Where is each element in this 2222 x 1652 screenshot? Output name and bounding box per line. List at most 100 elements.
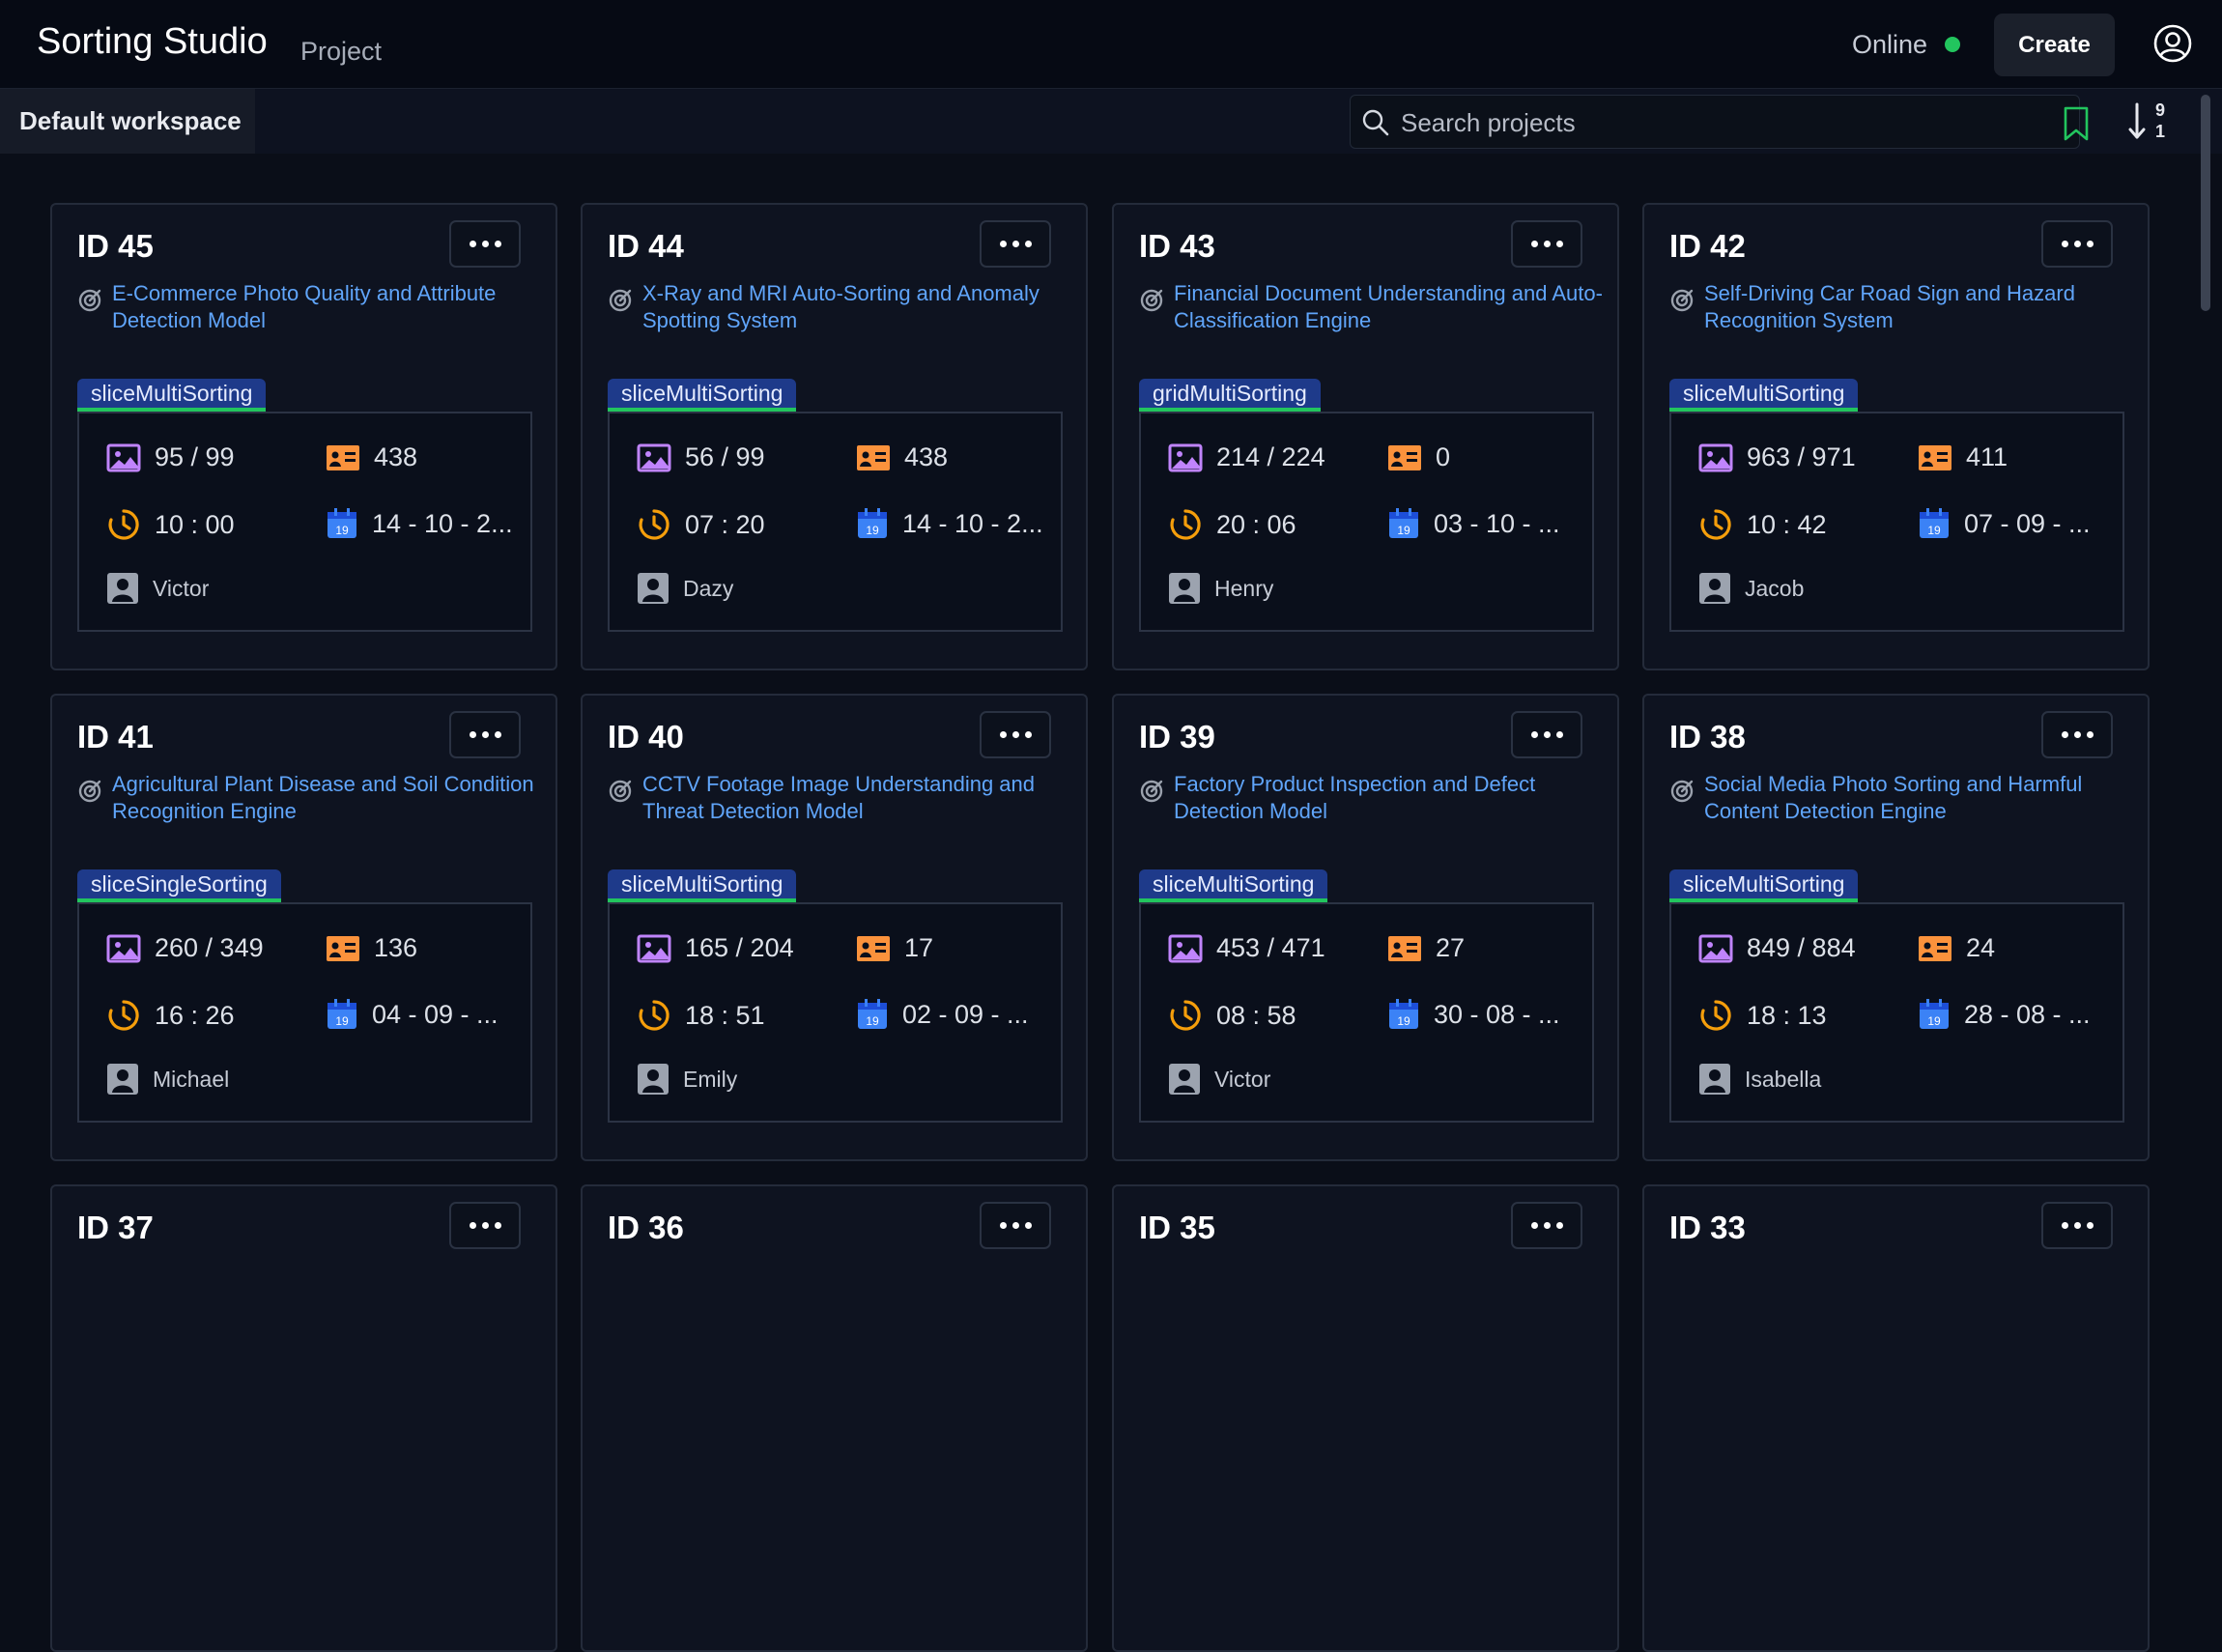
more-options-button[interactable]	[980, 711, 1051, 758]
time-value: 08 : 58	[1216, 1000, 1296, 1030]
more-options-button[interactable]	[449, 220, 521, 268]
tab-default-workspace[interactable]: Default workspace	[0, 89, 255, 154]
owner-stat: Victor	[106, 572, 209, 605]
time-value: 10 : 42	[1747, 509, 1827, 539]
more-options-button[interactable]	[1511, 711, 1582, 758]
label-card-icon	[857, 935, 890, 961]
project-card[interactable]: ID 36	[581, 1184, 1088, 1652]
more-options-button[interactable]	[2041, 220, 2113, 268]
owner-name: Emily	[683, 1066, 738, 1092]
date-stat: 19 28 - 08 - ...	[1918, 998, 2091, 1031]
image-icon	[1168, 934, 1203, 962]
svg-text:19: 19	[1927, 1014, 1941, 1028]
label-card-icon	[1388, 935, 1421, 961]
owner-name: Jacob	[1745, 575, 1805, 601]
project-title-link[interactable]: E-Commerce Photo Quality and Attribute D…	[112, 280, 547, 334]
time-value: 16 : 26	[155, 1000, 235, 1030]
project-card[interactable]: ID 35	[1112, 1184, 1619, 1652]
owner-name: Dazy	[683, 575, 734, 601]
status-text: Online	[1852, 30, 1928, 59]
sorting-type-badge: sliceMultiSorting	[1669, 379, 1859, 412]
images-count: 95 / 99	[155, 442, 235, 471]
more-options-button[interactable]	[2041, 711, 2113, 758]
more-options-button[interactable]	[449, 711, 521, 758]
dot-icon	[1543, 731, 1551, 738]
bookmark-icon[interactable]	[2061, 105, 2092, 142]
project-title-link[interactable]: X-Ray and MRI Auto-Sorting and Anomaly S…	[642, 280, 1077, 334]
images-count: 453 / 471	[1216, 933, 1325, 962]
clock-icon	[1170, 509, 1201, 540]
dot-icon	[494, 1222, 501, 1229]
search-input[interactable]	[1401, 103, 1980, 142]
dot-icon	[481, 1222, 489, 1229]
date-value: 28 - 08 - ...	[1964, 999, 2091, 1029]
dot-icon	[1011, 241, 1019, 247]
project-title-link[interactable]: Agricultural Plant Disease and Soil Cond…	[112, 771, 547, 825]
scrollbar-thumb[interactable]	[2201, 95, 2210, 311]
labels-stat: 24	[1918, 933, 1995, 963]
search-bar	[1350, 95, 2089, 149]
project-card[interactable]: ID 41 Agricultural Plant Disease and Soi…	[50, 694, 557, 1161]
dot-icon	[2061, 731, 2068, 738]
image-icon	[1698, 934, 1733, 962]
date-value: 14 - 10 - 2...	[372, 508, 513, 538]
label-card-icon	[327, 935, 359, 961]
label-card-icon	[857, 444, 890, 470]
dot-icon	[999, 731, 1007, 738]
more-options-button[interactable]	[1511, 220, 1582, 268]
sort-button[interactable]: 9 1	[2125, 97, 2172, 145]
owner-name: Victor	[1214, 1066, 1271, 1092]
project-card[interactable]: ID 38 Social Media Photo Sorting and Har…	[1642, 694, 2150, 1161]
dot-icon	[1024, 1222, 1032, 1229]
labels-count: 438	[904, 442, 949, 471]
create-button[interactable]: Create	[1994, 14, 2115, 76]
labels-count: 136	[374, 933, 418, 962]
target-icon	[609, 780, 632, 803]
label-card-icon	[1388, 444, 1421, 470]
project-card[interactable]: ID 45 E-Commerce Photo Quality and Attri…	[50, 203, 557, 670]
project-card[interactable]: ID 40 CCTV Footage Image Understanding a…	[581, 694, 1088, 1161]
dot-icon	[2073, 241, 2081, 247]
sorting-type-badge: sliceMultiSorting	[77, 379, 267, 412]
clock-icon	[108, 509, 139, 540]
labels-stat: 438	[856, 442, 948, 472]
dot-icon	[1543, 1222, 1551, 1229]
project-card[interactable]: ID 42 Self-Driving Car Road Sign and Haz…	[1642, 203, 2150, 670]
dot-icon	[1555, 1222, 1563, 1229]
label-card-icon	[327, 444, 359, 470]
project-card[interactable]: ID 39 Factory Product Inspection and Def…	[1112, 694, 1619, 1161]
calendar-icon: 19	[858, 508, 887, 538]
dot-icon	[2073, 731, 2081, 738]
project-title-link[interactable]: Financial Document Understanding and Aut…	[1174, 280, 1609, 334]
person-icon	[638, 1064, 669, 1095]
time-stat: 08 : 58	[1168, 998, 1296, 1033]
project-card[interactable]: ID 37	[50, 1184, 557, 1652]
owner-stat: Dazy	[637, 572, 733, 605]
project-id: ID 41	[77, 719, 154, 755]
dot-icon	[1530, 731, 1538, 738]
project-title-link[interactable]: Self-Driving Car Road Sign and Hazard Re…	[1704, 280, 2139, 334]
project-stats: 95 / 99 438 10 : 00 19 14 - 10 - 2... Vi…	[77, 412, 532, 632]
dot-icon	[469, 241, 476, 247]
project-card[interactable]: ID 43 Financial Document Understanding a…	[1112, 203, 1619, 670]
app-title: Sorting Studio	[37, 21, 268, 62]
person-icon	[638, 573, 669, 604]
account-icon[interactable]	[2152, 23, 2193, 64]
dot-icon	[1024, 241, 1032, 247]
project-title-link[interactable]: CCTV Footage Image Understanding and Thr…	[642, 771, 1077, 825]
project-title-link[interactable]: Social Media Photo Sorting and Harmful C…	[1704, 771, 2139, 825]
project-title-link[interactable]: Factory Product Inspection and Defect De…	[1174, 771, 1609, 825]
person-icon	[1169, 573, 1200, 604]
project-stats: 214 / 224 0 20 : 06 19 03 - 10 - ... Hen…	[1139, 412, 1594, 632]
clock-icon	[1170, 1000, 1201, 1031]
images-stat: 165 / 204	[637, 933, 794, 963]
time-stat: 18 : 13	[1698, 998, 1827, 1033]
date-stat: 19 03 - 10 - ...	[1387, 507, 1560, 540]
more-options-button[interactable]	[980, 220, 1051, 268]
date-stat: 19 14 - 10 - 2...	[856, 507, 1043, 540]
project-card[interactable]: ID 33	[1642, 1184, 2150, 1652]
date-stat: 19 02 - 09 - ...	[856, 998, 1029, 1031]
dot-icon	[494, 241, 501, 247]
project-card[interactable]: ID 44 X-Ray and MRI Auto-Sorting and Ano…	[581, 203, 1088, 670]
calendar-icon: 19	[858, 999, 887, 1029]
